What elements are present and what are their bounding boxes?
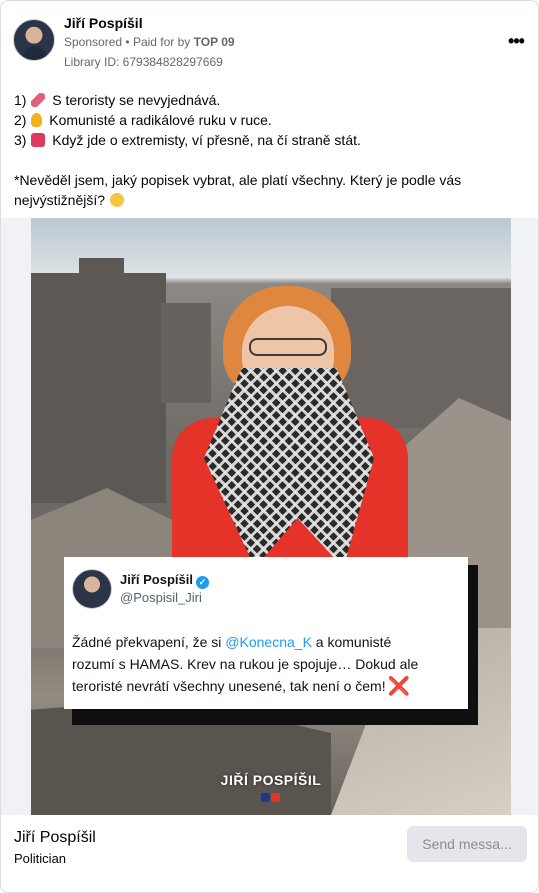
send-message-button[interactable]: Send messa... [407,826,527,862]
thumbs-down-emoji-icon [31,113,43,127]
line-text: S teroristy se nevyjednává. [52,92,221,108]
author-name[interactable]: Jiří Pospíšil [64,15,143,31]
brand-name: JIŘÍ POSPÍŠIL [220,772,322,788]
caption-line: nejvýstižnější? [14,190,529,210]
separator: • [125,35,130,49]
ad-card: Jiří Pospíšil Sponsored • Paid for by TO… [0,0,539,893]
line-number: 2) [14,112,27,128]
syringe-emoji-icon [31,93,46,107]
line-text: Komunisté a radikálové ruku v ruce. [49,112,272,128]
more-horizontal-icon[interactable]: ••• [504,31,528,51]
body-line: 2) Komunisté a radikálové ruku v ruce. [14,110,529,130]
party-logo [261,793,281,802]
post-header: Jiří Pospíšil Sponsored • Paid for by TO… [13,13,528,73]
line-number: 1) [14,92,27,108]
sponsor-line: Sponsored • Paid for by TOP 09 [64,35,235,49]
verified-badge-icon: ✓ [195,576,209,589]
body-line: 1) S teroristy se nevyjednává. [14,90,529,110]
tweet-handle: @Pospisil_Jiri [120,590,202,605]
payer-name[interactable]: TOP 09 [194,35,235,49]
ad-image[interactable]: Jiří Pospíšil ✓ @Pospisil_Jiri Žádné přek… [31,218,511,815]
tweet-text: Žádné překvapení, že si @Konecna_K a kom… [72,634,419,696]
caption-line: *Nevěděl jsem, jaký popisek vybrat, ale … [14,172,462,188]
tweet-mention: @Konecna_K [225,634,312,650]
thinking-face-emoji-icon [109,193,124,207]
post-body: 1) S teroristy se nevyjednává. 2) Komuni… [14,90,529,210]
caption-text: nejvýstižnější? [14,192,106,208]
footer-page-name[interactable]: Jiří Pospíšil [14,829,96,847]
line-text: Když jde o extremisty, ví přesně, na čí … [52,132,361,148]
paid-prefix: Paid for by [132,35,191,49]
tweet-author: Jiří Pospíšil ✓ [120,572,209,589]
avatar[interactable] [13,19,55,61]
sponsored-label: Sponsored [64,35,123,49]
body-line: 3) Když jde o extremisty, ví přesně, na … [14,130,529,150]
red-square-emoji-icon [31,133,46,147]
line-number: 3) [14,132,27,148]
tweet-card: Jiří Pospíšil ✓ @Pospisil_Jiri Žádné přek… [64,557,468,709]
footer-category: Politician [14,851,67,866]
tweet-avatar [72,569,112,609]
ad-media[interactable]: Jiří Pospíšil ✓ @Pospisil_Jiri Žádné přek… [1,218,538,815]
person-photo [172,278,408,578]
library-id: Library ID: 679384828297669 [64,55,223,69]
cross-mark-icon: ❌ [387,676,411,696]
